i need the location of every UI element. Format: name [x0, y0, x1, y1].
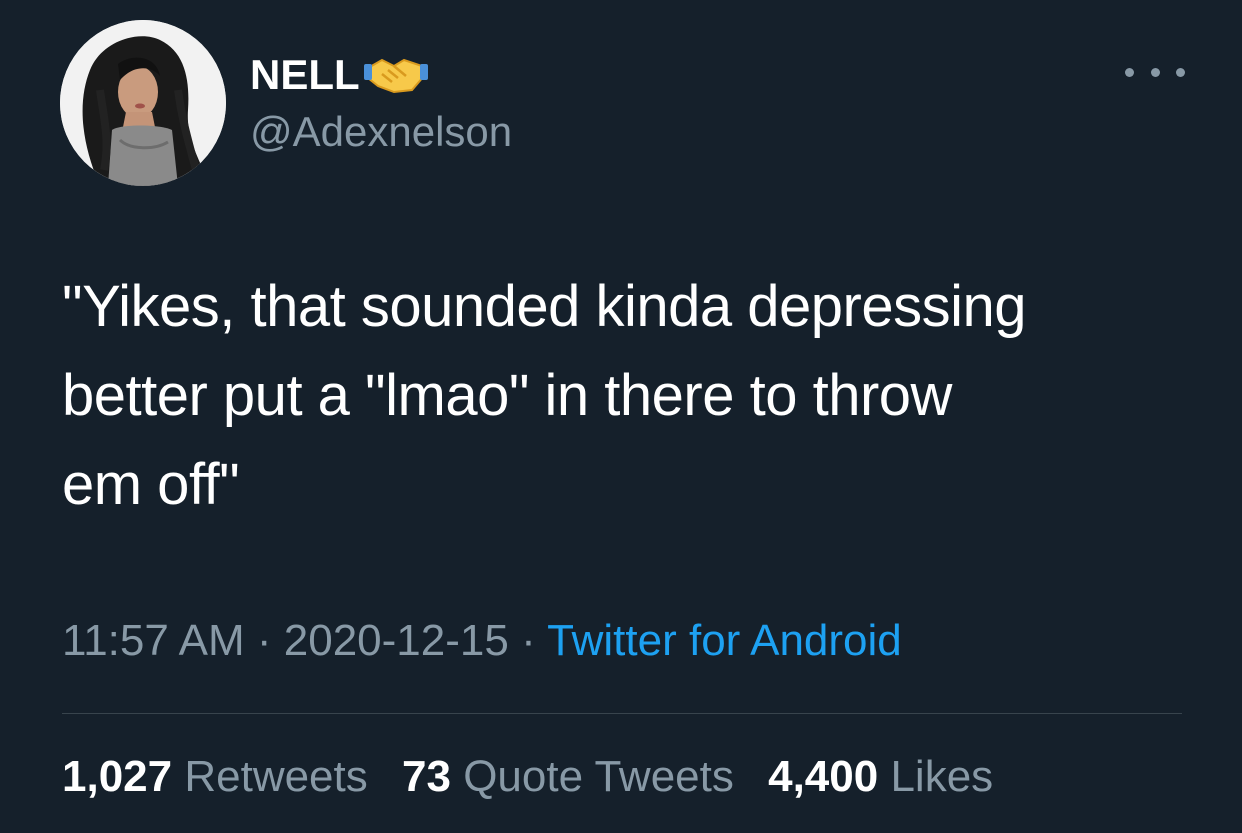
likes-count: 4,400: [768, 752, 879, 801]
more-dot: [1150, 67, 1160, 77]
likes-label: Likes: [890, 752, 994, 801]
tweet-stats: 1,027 Retweets 73 Quote Tweets 4,400 Lik…: [62, 752, 1015, 802]
likes-stat[interactable]: 4,400 Likes: [768, 752, 993, 802]
more-dot: [1125, 67, 1134, 77]
user-name-row: NELL: [250, 50, 428, 100]
avatar-image: [60, 20, 226, 186]
user-handle[interactable]: @Adexnelson: [250, 108, 512, 156]
meta-separator: ·: [521, 616, 548, 665]
tweet-source-link[interactable]: Twitter for Android: [547, 616, 902, 665]
more-dot: [1176, 67, 1185, 77]
tweet-meta: 11:57 AM · 2020-12-15 · Twitter for Andr…: [62, 616, 902, 666]
handshake-icon: [363, 52, 428, 98]
display-name[interactable]: NELL: [250, 51, 360, 99]
avatar[interactable]: [60, 20, 226, 186]
tweet-text: "Yikes, that sounded kinda depressing be…: [62, 274, 1027, 517]
retweets-label: Retweets: [184, 752, 368, 801]
more-options-icon[interactable]: [1125, 60, 1185, 84]
meta-separator: ·: [256, 616, 284, 665]
tweet-date[interactable]: 2020-12-15: [284, 616, 509, 665]
retweets-count: 1,027: [62, 752, 173, 801]
tweet-time[interactable]: 11:57 AM: [62, 616, 245, 665]
divider: [62, 713, 1182, 714]
quote-tweets-stat[interactable]: 73 Quote Tweets: [402, 752, 734, 802]
retweets-stat[interactable]: 1,027 Retweets: [62, 752, 368, 802]
tweet-card: NELL @Adexnelson "Yikes, that sounded ki…: [0, 0, 1242, 833]
quote-tweets-count: 73: [402, 752, 451, 801]
quote-tweets-label: Quote Tweets: [463, 752, 734, 801]
